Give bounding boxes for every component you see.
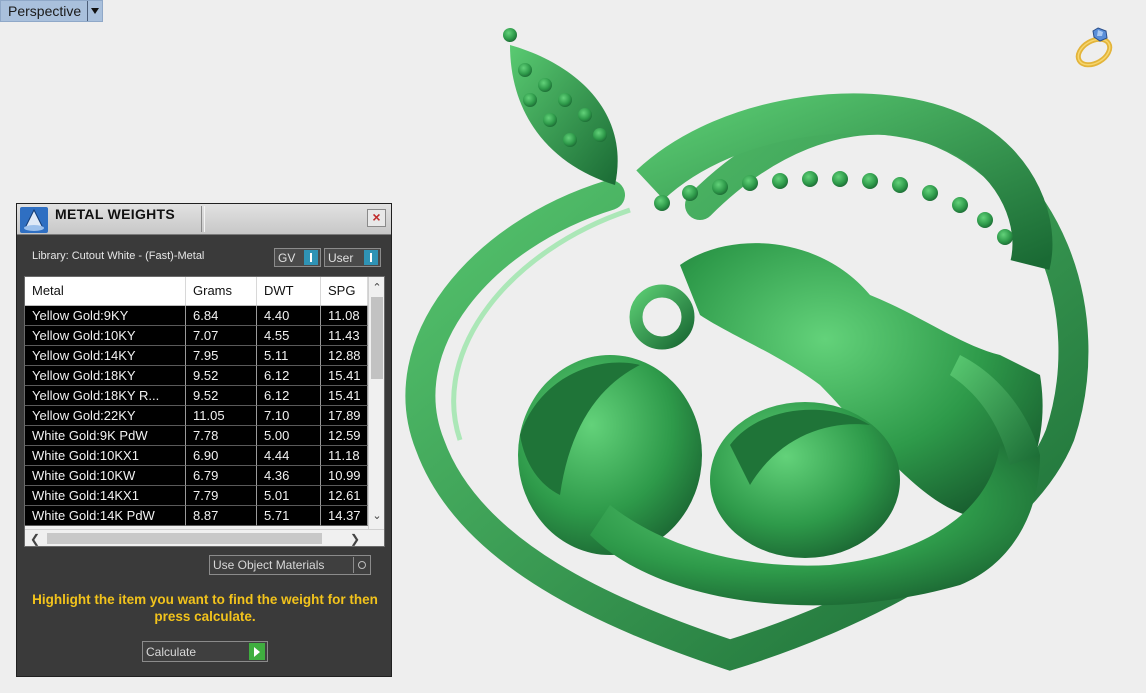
table-cell: 7.79 [186,486,257,506]
calculate-button[interactable]: Calculate [142,641,268,662]
table-cell: 11.18 [321,446,368,466]
table-cell: 5.01 [257,486,321,506]
scroll-up-icon[interactable]: ⌃ [372,283,382,294]
table-cell: Yellow Gold:18KY [25,366,186,386]
calculate-label: Calculate [146,644,197,659]
table-cell: White Gold:14KX1 [25,486,186,506]
column-header-grams[interactable]: Grams [186,277,257,305]
table-cell: 4.40 [257,306,321,326]
user-toggle-label: User [328,250,354,265]
table-row[interactable]: Yellow Gold:10KY 7.07 4.55 11.43 [25,326,368,346]
vertical-scrollbar[interactable]: ⌃ ⌄ [368,277,384,529]
table-cell: 5.71 [257,506,321,526]
table-cell: 6.79 [186,466,257,486]
viewport-label-tab[interactable]: Perspective [0,0,104,22]
gv-toggle[interactable]: GV [274,248,321,267]
toggle-indicator-icon [364,250,378,265]
table-cell: 11.08 [321,306,368,326]
table-cell: White Gold:10KW [25,466,186,486]
table-cell: 8.87 [186,506,257,526]
panel-title: METAL WEIGHTS [55,206,176,222]
use-object-materials-toggle[interactable]: Use Object Materials [209,555,371,575]
scroll-down-icon[interactable]: ⌄ [372,511,382,522]
table-cell: White Gold:9K PdW [25,426,186,446]
use-object-materials-label: Use Object Materials [213,558,325,572]
table-row[interactable]: Yellow Gold:18KY R... 9.52 6.12 15.41 [25,386,368,406]
viewport-label: Perspective [8,3,82,19]
table-cell: 7.78 [186,426,257,446]
column-header-metal[interactable]: Metal [25,277,186,305]
table-cell: White Gold:10KX1 [25,446,186,466]
table-cell: Yellow Gold:22KY [25,406,186,426]
table-cell: Yellow Gold:10KY [25,326,186,346]
pendant-3d-model[interactable] [400,15,1090,685]
scroll-thumb[interactable] [371,297,383,379]
table-cell: White Gold:14K PdW [25,506,186,526]
table-cell: Yellow Gold:9KY [25,306,186,326]
table-cell: 15.41 [321,366,368,386]
table-cell: Yellow Gold:18KY R... [25,386,186,406]
table-cell: 9.52 [186,366,257,386]
table-cell: Yellow Gold:14KY [25,346,186,366]
panel-titlebar[interactable]: METAL WEIGHTS × [17,204,391,235]
table-cell: 6.12 [257,366,321,386]
table-cell: 6.84 [186,306,257,326]
table-row[interactable]: Yellow Gold:22KY 11.05 7.10 17.89 [25,406,368,426]
scroll-right-icon[interactable]: ❯ [350,532,360,546]
table-cell: 15.41 [321,386,368,406]
play-arrow-icon[interactable] [249,643,265,660]
column-header-dwt[interactable]: DWT [257,277,321,305]
table-body: Yellow Gold:9KY 6.84 4.40 11.08 Yellow Gold:… [25,306,368,526]
table-cell: 12.88 [321,346,368,366]
table-cell: 9.52 [186,386,257,406]
table-row[interactable]: White Gold:14K PdW 8.87 5.71 14.37 [25,506,368,526]
table-cell: 10.99 [321,466,368,486]
library-label: Library: Cutout White - (Fast)-Metal [32,250,205,262]
table-cell: 4.44 [257,446,321,466]
table-cell: 17.89 [321,406,368,426]
horizontal-scrollbar[interactable]: ❮ ❯ [25,529,384,546]
toggle-indicator-icon [304,250,318,265]
table-cell: 7.07 [186,326,257,346]
metal-table: Metal Grams DWT SPG Yellow Gold:9KY 6.84 4… [24,276,385,547]
close-button[interactable]: × [367,209,386,227]
table-header: Metal Grams DWT SPG [25,277,368,306]
table-row[interactable]: White Gold:10KW 6.79 4.36 10.99 [25,466,368,486]
metal-weights-panel: METAL WEIGHTS × Library: Cutout White - … [16,203,392,677]
gv-toggle-label: GV [278,250,296,265]
table-cell: 4.36 [257,466,321,486]
table-row[interactable]: Yellow Gold:14KY 7.95 5.11 12.88 [25,346,368,366]
table-cell: 4.55 [257,326,321,346]
viewport-dropdown-arrow-icon[interactable] [87,1,102,21]
ring-icon[interactable] [1070,22,1120,70]
instruction-text: Highlight the item you want to find the … [32,592,378,624]
table-cell: 5.11 [257,346,321,366]
table-row[interactable]: Yellow Gold:18KY 9.52 6.12 15.41 [25,366,368,386]
column-header-spg[interactable]: SPG [321,277,368,305]
metal-weights-app-icon [20,207,48,233]
table-cell: 14.37 [321,506,368,526]
table-cell: 6.12 [257,386,321,406]
title-divider [201,206,205,232]
table-cell: 12.61 [321,486,368,506]
user-toggle[interactable]: User [324,248,381,267]
table-cell: 11.43 [321,326,368,346]
table-row[interactable]: White Gold:14KX1 7.79 5.01 12.61 [25,486,368,506]
scroll-thumb[interactable] [47,533,322,544]
table-cell: 7.10 [257,406,321,426]
table-row[interactable]: Yellow Gold:9KY 6.84 4.40 11.08 [25,306,368,326]
table-row[interactable]: White Gold:9K PdW 7.78 5.00 12.59 [25,426,368,446]
scroll-left-icon[interactable]: ❮ [30,532,40,546]
table-cell: 11.05 [186,406,257,426]
table-cell: 5.00 [257,426,321,446]
table-cell: 12.59 [321,426,368,446]
table-row[interactable]: White Gold:10KX1 6.90 4.44 11.18 [25,446,368,466]
radio-indicator-icon [353,557,370,573]
table-cell: 7.95 [186,346,257,366]
table-cell: 6.90 [186,446,257,466]
